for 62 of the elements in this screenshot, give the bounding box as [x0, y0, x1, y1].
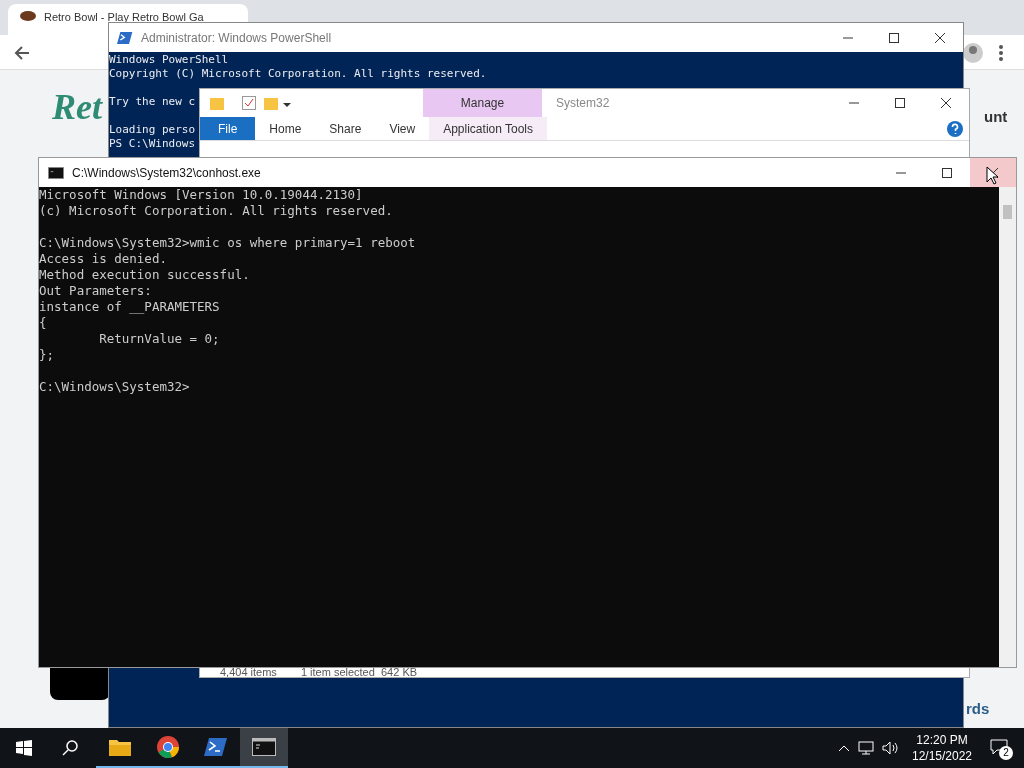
console-line: Try the new c — [109, 95, 196, 109]
console-line: Microsoft Windows [Version 10.0.19044.2130] — [39, 187, 363, 203]
tab-title: Retro Bowl - Play Retro Bowl Ga — [44, 11, 204, 23]
status-text: 1 item selected 642 KB — [300, 667, 418, 677]
chevron-up-icon[interactable] — [838, 744, 850, 752]
manage-tab[interactable]: Manage — [423, 89, 542, 117]
football-icon — [20, 11, 36, 21]
close-icon — [941, 98, 951, 108]
scrollbar[interactable] — [999, 187, 1016, 667]
console-line: Method execution successful. — [39, 267, 250, 283]
console-line: { — [39, 315, 47, 331]
console-line: C:\Windows\System32>wmic os where primary=1 reboot — [39, 235, 416, 251]
console-line: Loading perso — [109, 123, 196, 137]
folder-icon — [210, 96, 224, 110]
close-button[interactable] — [970, 158, 1016, 187]
powershell-icon — [204, 737, 228, 757]
menu-icon[interactable] — [998, 44, 1004, 62]
network-icon[interactable] — [858, 741, 874, 755]
console-line: Copyright (C) Microsoft Corporation. All rights reserved. — [109, 67, 487, 81]
console-line: Access is denied. — [39, 251, 167, 267]
console-line: Out Parameters: — [39, 283, 152, 299]
console-line: }; — [39, 347, 55, 363]
ribbon-tab[interactable]: Share — [315, 117, 376, 140]
console-line: PS C:\Windows — [109, 137, 196, 151]
ribbon-tab[interactable]: File — [200, 117, 256, 140]
site-logo: Ret — [52, 86, 102, 129]
console-line: Windows PowerShell — [109, 53, 229, 67]
maximize-icon — [889, 32, 899, 43]
ribbon-tab[interactable]: Application Tools — [429, 117, 548, 140]
console-line: C:\Windows\System32> — [39, 379, 190, 395]
profile-icon[interactable] — [962, 42, 984, 64]
mouse-cursor-icon — [986, 166, 998, 185]
help-icon[interactable] — [947, 121, 963, 137]
clock[interactable]: 12:20 PM 12/15/2022 — [908, 732, 976, 764]
powershell-icon — [117, 30, 133, 45]
notification-count: 2 — [999, 746, 1013, 760]
taskbar-app-button[interactable] — [240, 728, 288, 768]
status-text: 4,404 items — [220, 667, 277, 677]
notifications-button[interactable]: 2 — [988, 736, 1012, 760]
close-icon — [935, 32, 945, 43]
properties-icon — [242, 96, 256, 110]
folder-icon — [108, 737, 132, 757]
speaker-icon[interactable] — [882, 741, 898, 755]
back-icon[interactable] — [14, 45, 30, 61]
maximize-icon — [942, 167, 952, 178]
window-title: C:\Windows\System32\conhost.exe — [72, 164, 262, 182]
chrome-icon — [156, 735, 180, 759]
footer-text: rds — [966, 699, 990, 719]
console-icon — [252, 738, 276, 756]
account-link[interactable]: unt — [984, 106, 1008, 129]
window-title: System32 — [556, 95, 611, 112]
maximize-icon — [895, 98, 905, 108]
console-line: ReturnValue = 0; — [98, 331, 220, 347]
chat-icon — [990, 739, 1008, 755]
console-icon — [48, 166, 64, 179]
windows-logo-icon[interactable] — [16, 740, 32, 756]
ribbon-tab[interactable]: Home — [255, 117, 316, 140]
console-line: instance of __PARAMETERS — [39, 299, 220, 315]
console-line: (c) Microsoft Corporation. All rights reserved. — [39, 203, 393, 219]
ribbon-tab[interactable]: View — [375, 117, 430, 140]
search-icon[interactable] — [62, 740, 78, 756]
folder-icon — [264, 96, 278, 110]
